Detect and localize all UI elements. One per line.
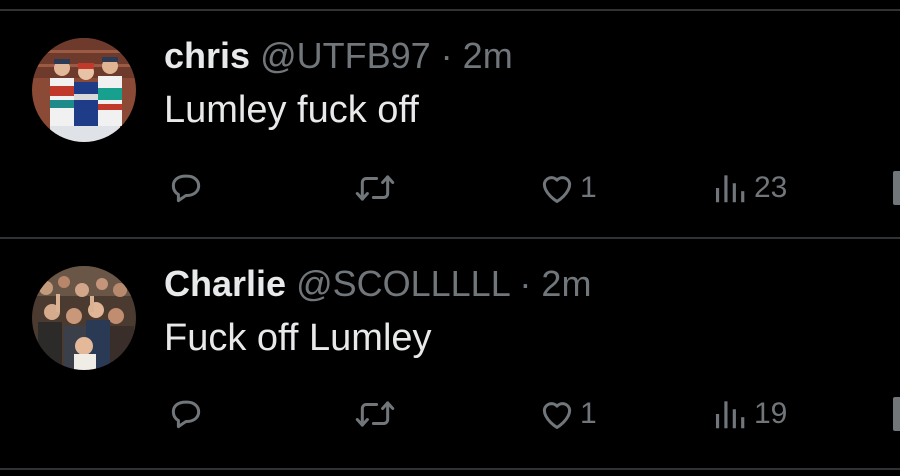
view-count: 19 [754,397,788,430]
bar-chart-icon [715,401,745,429]
reply-bubble-icon [171,174,201,203]
repost-arrows-icon [355,401,395,427]
reply-button[interactable] [167,169,205,207]
user-handle[interactable]: @UTFB97 [260,35,431,76]
display-name[interactable]: chris [164,35,250,76]
reply-tweet[interactable]: chris @UTFB97 · 2m Lumley fuck off 1 23 [0,11,900,239]
like-button[interactable]: 1 [538,395,597,433]
heart-icon [542,176,572,203]
heart-icon [542,402,572,429]
separator-dot: · [519,263,532,304]
views-button[interactable]: 19 [712,395,787,433]
reply-button[interactable] [167,395,205,433]
timestamp[interactable]: 2m [463,35,513,76]
bar-chart-icon [715,175,745,203]
bookmark-icon[interactable] [893,397,900,431]
bookmark-icon[interactable] [893,171,900,205]
like-count: 1 [580,171,597,204]
timestamp[interactable]: 2m [541,263,591,304]
avatar[interactable] [32,266,136,370]
three-drivers-photo-icon [32,38,136,142]
tweet-text: Fuck off Lumley [164,317,432,359]
separator-dot: · [440,35,453,76]
like-count: 1 [580,397,597,430]
repost-arrows-icon [355,175,395,201]
tweet-header: Charlie @SCOLLLLL · 2m [164,264,591,304]
tweet-header: chris @UTFB97 · 2m [164,36,513,76]
reply-bubble-icon [171,400,201,429]
repost-button[interactable] [354,169,396,207]
bottom-divider [0,468,900,470]
like-button[interactable]: 1 [538,169,597,207]
user-handle[interactable]: @SCOLLLLL [296,263,509,304]
repost-button[interactable] [354,395,396,433]
view-count: 23 [754,171,788,204]
reply-tweet[interactable]: Charlie @SCOLLLLL · 2m Fuck off Lumley 1 [0,239,900,467]
display-name[interactable]: Charlie [164,263,286,304]
crowd-photo-icon [32,266,136,370]
tweet-text: Lumley fuck off [164,89,419,131]
avatar[interactable] [32,38,136,142]
views-button[interactable]: 23 [712,169,787,207]
